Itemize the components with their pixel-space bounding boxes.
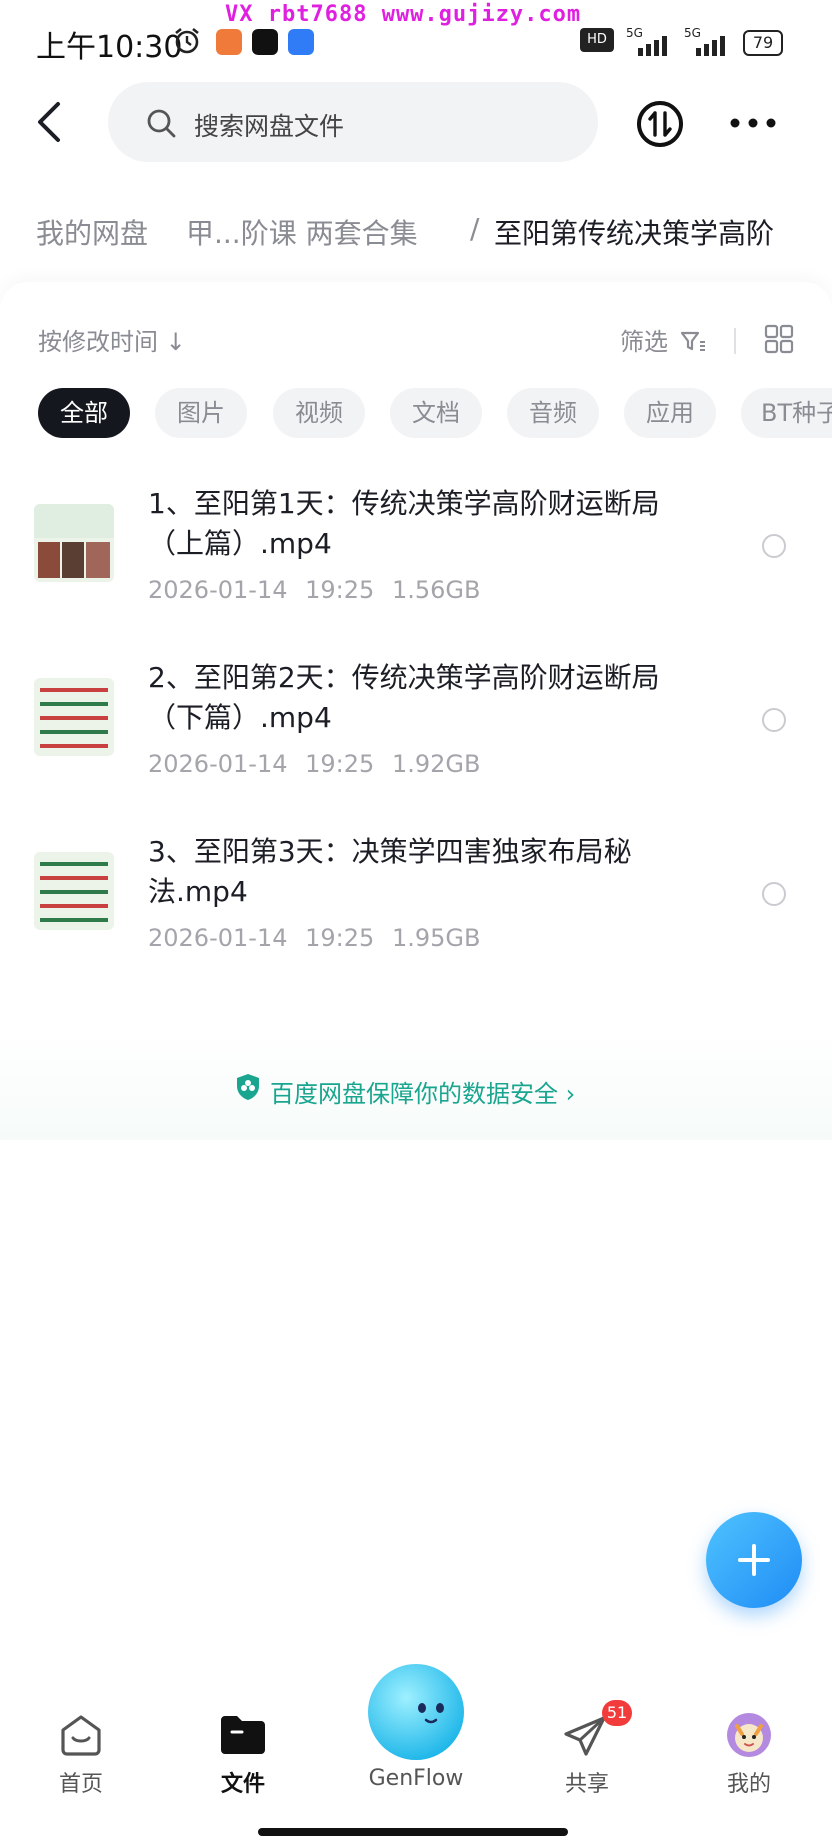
chevron-right-icon: › — [565, 1080, 576, 1108]
alarm-icon — [175, 27, 199, 54]
filter-icon — [680, 331, 705, 351]
nav-genflow-label: GenFlow — [368, 1766, 464, 1791]
shield-icon — [237, 1074, 259, 1100]
paper-plane-icon — [564, 1716, 606, 1756]
video-thumbnail — [34, 678, 114, 756]
filter-button[interactable]: 筛选 — [620, 322, 706, 357]
app-notification-icon — [216, 29, 242, 55]
search-bar[interactable]: 搜索网盘文件 — [108, 82, 598, 162]
chip-documents[interactable]: 文档 — [390, 388, 482, 438]
signal-icon-2 — [696, 36, 725, 56]
status-bar: 上午10:30 VX rbt7688 www.gujizy.com HD 5G … — [0, 0, 832, 80]
watermark: VX rbt7688 www.gujizy.com — [225, 2, 582, 27]
hd-icon: HD — [580, 28, 614, 52]
breadcrumb-root[interactable]: 我的网盘 — [36, 212, 148, 252]
signal-icon — [638, 36, 667, 56]
breadcrumb-middle[interactable]: 甲...阶课 两套合集 — [186, 212, 418, 252]
file-meta: 2026-01-14 19:25 1.92GB — [148, 750, 480, 778]
security-banner-link[interactable]: 百度网盘保障你的数据安全 › — [270, 1074, 575, 1109]
share-badge: 51 — [602, 1700, 632, 1726]
nav-home-label: 首页 — [58, 1772, 103, 1797]
file-meta: 2026-01-14 19:25 1.95GB — [148, 924, 480, 952]
file-name: 1、至阳第1天：传统决策学高阶财运断局（上篇）.mp4 — [148, 487, 660, 560]
chip-all[interactable]: 全部 — [38, 388, 130, 438]
search-icon — [147, 109, 176, 138]
file-name: 2、至阳第2天：传统决策学高阶财运断局（下篇）.mp4 — [148, 661, 660, 734]
breadcrumb-separator: / — [470, 212, 480, 245]
filter-label: 筛选 — [620, 328, 668, 356]
chip-images[interactable]: 图片 — [155, 388, 247, 438]
avatar — [727, 1713, 771, 1757]
status-time: 上午10:30 — [36, 30, 183, 65]
add-button[interactable] — [706, 1512, 802, 1608]
select-radio[interactable] — [762, 708, 786, 732]
back-icon[interactable] — [30, 100, 70, 144]
transfer-icon[interactable] — [636, 100, 684, 148]
file-size: 1.92GB — [391, 750, 481, 778]
chip-videos[interactable]: 视频 — [273, 388, 365, 438]
sort-button[interactable]: 按修改时间 ↓ — [38, 322, 186, 357]
file-size: 1.95GB — [391, 924, 481, 952]
folder-icon — [221, 1716, 265, 1754]
file-date: 2026-01-14 — [148, 750, 288, 778]
nav-genflow[interactable] — [362, 1658, 470, 1766]
upload-app-icon — [288, 29, 314, 55]
file-time: 19:25 — [305, 750, 375, 778]
nav-files-label: 文件 — [220, 1772, 265, 1797]
file-size: 1.56GB — [391, 576, 481, 604]
breadcrumb-current: 至阳第传统决策学高阶 — [494, 217, 775, 250]
grid-view-icon[interactable] — [764, 324, 794, 354]
home-icon — [61, 1715, 101, 1756]
video-thumbnail — [34, 852, 114, 930]
search-placeholder: 搜索网盘文件 — [194, 112, 345, 141]
select-radio[interactable] — [762, 534, 786, 558]
sort-arrow-icon: ↓ — [165, 328, 186, 356]
select-radio[interactable] — [762, 882, 786, 906]
more-icon[interactable] — [730, 118, 776, 128]
breadcrumb: 我的网盘 甲...阶课 两套合集 / 至阳第传统决策学高阶 — [0, 190, 832, 262]
tiktok-icon — [252, 29, 278, 55]
file-date: 2026-01-14 — [148, 924, 288, 952]
file-time: 19:25 — [305, 576, 375, 604]
nav-share-label: 共享 — [564, 1772, 609, 1797]
plus-icon — [738, 1544, 770, 1576]
sort-label: 按修改时间 — [38, 328, 158, 356]
chip-audio[interactable]: 音频 — [507, 388, 599, 438]
home-indicator — [258, 1828, 568, 1836]
toolbar-divider — [734, 328, 736, 354]
chip-bt[interactable]: BT种子 — [741, 388, 832, 438]
chip-apps[interactable]: 应用 — [624, 388, 716, 438]
file-time: 19:25 — [305, 924, 375, 952]
video-thumbnail — [34, 504, 114, 582]
file-name: 3、至阳第3天：决策学四害独家布局秘法.mp4 — [148, 835, 632, 908]
file-date: 2026-01-14 — [148, 576, 288, 604]
battery-indicator: 79 — [743, 30, 783, 56]
security-banner-text: 百度网盘保障你的数据安全 — [270, 1080, 558, 1108]
nav-mine-label: 我的 — [726, 1772, 771, 1797]
file-meta: 2026-01-14 19:25 1.56GB — [148, 576, 480, 604]
genflow-mascot-icon — [368, 1664, 464, 1760]
